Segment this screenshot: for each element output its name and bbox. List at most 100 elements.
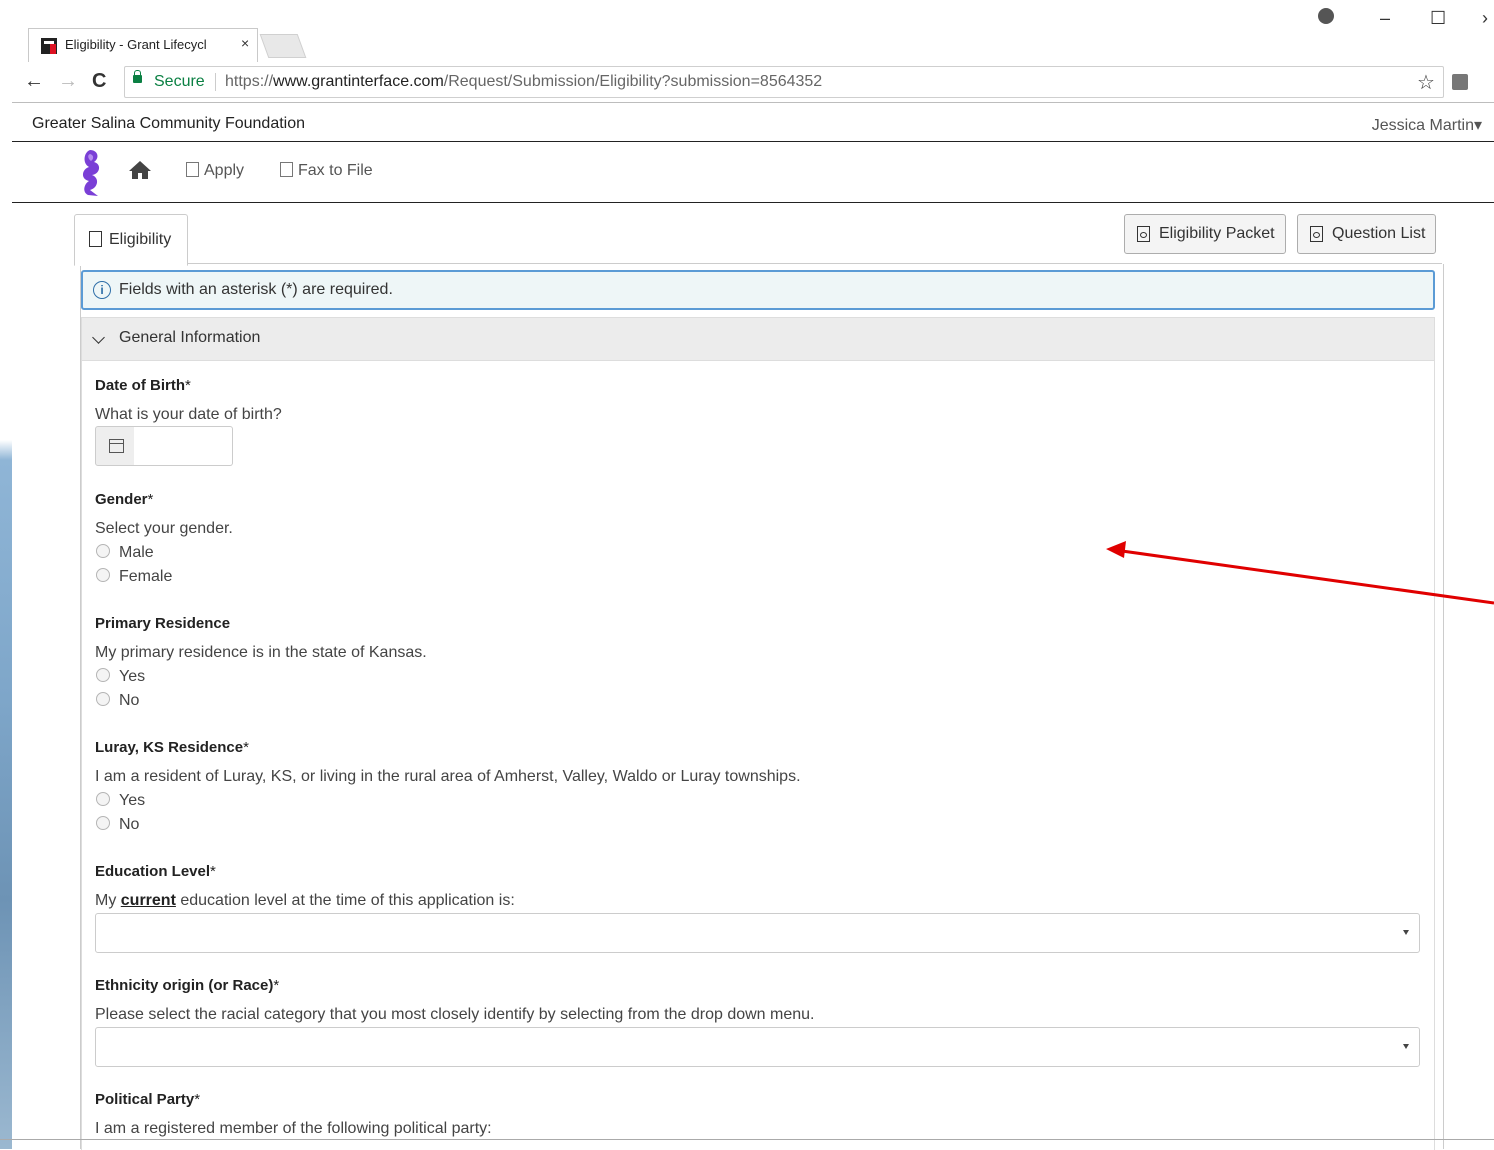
url-path: /Request/Submission/Eligibility?submissi…	[443, 73, 823, 90]
radio-label: Female	[119, 568, 173, 585]
pdf-icon	[1137, 226, 1150, 242]
gender-option-male[interactable]: Male	[96, 544, 154, 562]
education-help-post: education level at the time of this appl…	[175, 892, 515, 909]
main-nav: Apply Fax to File	[12, 142, 1494, 203]
radio-button[interactable]	[96, 544, 110, 558]
calendar-icon	[109, 439, 124, 453]
required-asterisk: *	[185, 377, 191, 394]
maximize-button[interactable]: ☐	[1430, 8, 1446, 29]
residence-option-yes[interactable]: Yes	[96, 668, 145, 686]
education-label: Education Level*	[95, 863, 216, 880]
tab-title: Eligibility - Grant Lifecycl	[65, 37, 207, 52]
required-asterisk: *	[210, 863, 216, 880]
luray-label-text: Luray, KS Residence	[95, 739, 244, 756]
education-select[interactable]	[95, 913, 1420, 953]
ethnicity-label-text: Ethnicity origin (or Race)	[95, 977, 274, 994]
logo-icon[interactable]	[76, 148, 106, 198]
question-list-label: Question List	[1332, 225, 1426, 242]
eligibility-packet-label: Eligibility Packet	[1159, 225, 1275, 242]
gender-label-text: Gender	[95, 491, 148, 508]
eligibility-packet-button[interactable]: Eligibility Packet	[1124, 214, 1286, 254]
radio-button[interactable]	[96, 668, 110, 682]
required-asterisk: *	[194, 1091, 201, 1108]
document-icon	[89, 231, 102, 247]
question-list-button[interactable]: Question List	[1297, 214, 1437, 254]
required-fields-alert: i Fields with an asterisk (*) are requir…	[81, 270, 1435, 310]
browser-titlebar: Eligibility - Grant Lifecycl × – ☐ ›	[12, 0, 1494, 63]
omnibox-divider	[215, 73, 216, 91]
radio-button[interactable]	[96, 568, 110, 582]
dob-help: What is your date of birth?	[95, 406, 282, 423]
luray-label: Luray, KS Residence*	[95, 739, 249, 756]
nav-apply-label: Apply	[204, 162, 245, 179]
section-header[interactable]: General Information	[82, 318, 1434, 361]
extension-icon[interactable]	[1452, 74, 1468, 90]
radio-button[interactable]	[96, 792, 110, 806]
org-name: Greater Salina Community Foundation	[32, 115, 306, 132]
radio-label: Male	[119, 544, 154, 561]
browser-window: Eligibility - Grant Lifecycl × – ☐ › ← →…	[12, 0, 1494, 1150]
dob-input[interactable]	[134, 426, 233, 466]
residence-label: Primary Residence	[95, 615, 231, 632]
url-scheme: https://	[225, 73, 274, 90]
home-icon[interactable]	[128, 160, 152, 180]
tab-eligibility-label: Eligibility	[109, 231, 172, 248]
calendar-button[interactable]	[95, 426, 135, 466]
gender-help: Select your gender.	[95, 520, 233, 537]
dob-label: Date of Birth*	[95, 377, 191, 394]
lock-icon	[133, 70, 142, 83]
party-label: Political Party*	[95, 1091, 200, 1108]
luray-option-no[interactable]: No	[96, 816, 139, 834]
info-icon: i	[93, 281, 111, 299]
user-caret-icon: ▾	[1473, 117, 1482, 134]
radio-button[interactable]	[96, 692, 110, 706]
radio-button[interactable]	[96, 816, 110, 830]
section-title: General Information	[119, 329, 261, 346]
dob-input-group	[95, 426, 234, 466]
radio-label: Yes	[119, 792, 146, 809]
nav-fax-to-file[interactable]: Fax to File	[280, 162, 373, 180]
address-bar[interactable]: Secure https://www.grantinterface.com/Re…	[124, 66, 1444, 98]
tab-close-icon[interactable]: ×	[241, 35, 249, 51]
gender-option-female[interactable]: Female	[96, 568, 172, 586]
new-tab-button[interactable]	[259, 34, 307, 58]
minimize-button[interactable]: –	[1380, 8, 1390, 29]
forward-button[interactable]: →	[58, 70, 78, 93]
fax-icon	[280, 162, 293, 177]
education-help: My current education level at the time o…	[95, 892, 515, 910]
browser-toolbar: ← → C Secure https://www.grantinterface.…	[12, 62, 1494, 103]
ethnicity-select[interactable]	[95, 1027, 1420, 1067]
browser-tab[interactable]: Eligibility - Grant Lifecycl ×	[28, 28, 258, 63]
url-host: www.grantinterface.com	[273, 73, 444, 90]
org-header: Greater Salina Community Foundation Jess…	[12, 103, 1494, 142]
gender-label: Gender*	[95, 491, 153, 508]
caret-down-icon	[1403, 1044, 1409, 1049]
nav-fax-label: Fax to File	[298, 162, 373, 179]
favicon-icon	[41, 38, 57, 54]
party-label-text: Political Party	[95, 1091, 195, 1108]
ethnicity-label: Ethnicity origin (or Race)*	[95, 977, 279, 994]
bookmark-star-icon[interactable]: ☆	[1417, 70, 1435, 95]
required-asterisk: *	[243, 739, 249, 756]
tab-eligibility[interactable]: Eligibility	[74, 214, 188, 266]
education-help-emphasis: current	[120, 892, 176, 909]
radio-label: No	[119, 816, 140, 833]
required-asterisk: *	[147, 491, 154, 508]
profile-icon[interactable]	[1318, 8, 1334, 24]
radio-label: Yes	[119, 668, 146, 685]
main-content: Eligibility Eligibility Packet Question …	[74, 202, 1454, 1150]
user-menu[interactable]: Jessica Martin▾	[1372, 115, 1482, 135]
ethnicity-help: Please select the racial category that y…	[95, 1006, 815, 1023]
party-help: I am a registered member of the followin…	[95, 1120, 492, 1137]
url-text[interactable]: https://www.grantinterface.com/Request/S…	[225, 73, 822, 91]
residence-option-no[interactable]: No	[96, 692, 139, 710]
nav-apply[interactable]: Apply	[186, 162, 244, 180]
close-window-button[interactable]: ›	[1482, 8, 1488, 29]
chevron-down-icon	[92, 331, 105, 344]
luray-option-yes[interactable]: Yes	[96, 792, 145, 810]
required-asterisk: *	[273, 977, 280, 994]
document-icon	[186, 162, 199, 177]
reload-button[interactable]: C	[92, 70, 106, 93]
residence-help: My primary residence is in the state of …	[95, 644, 427, 661]
back-button[interactable]: ←	[24, 70, 44, 93]
